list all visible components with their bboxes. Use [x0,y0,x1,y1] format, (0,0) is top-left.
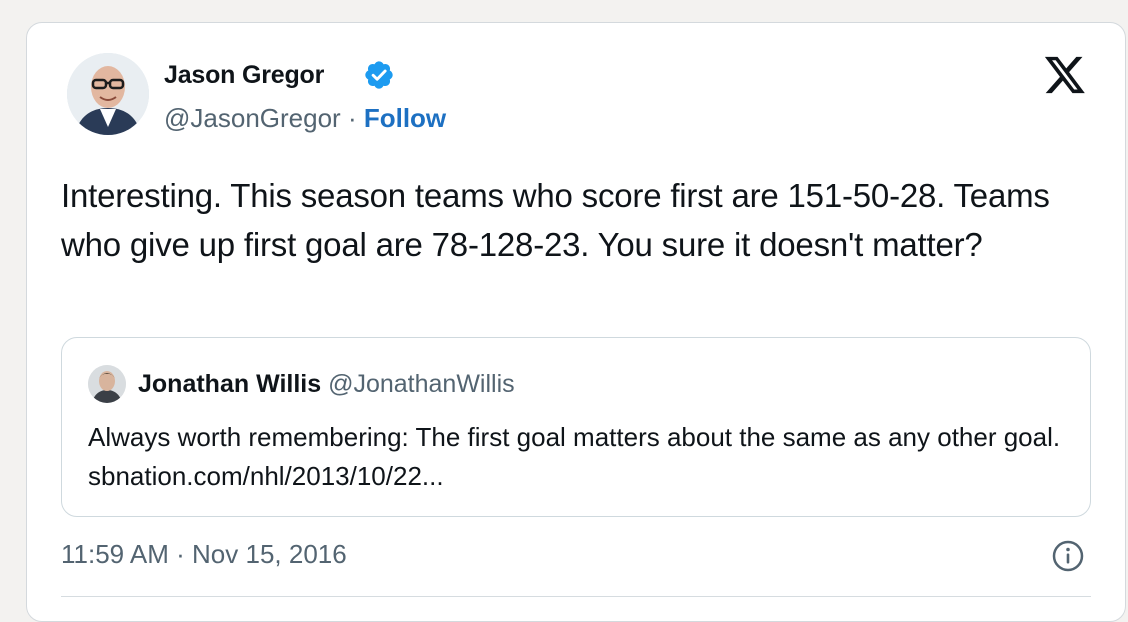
follow-button[interactable]: Follow [364,103,446,133]
divider [61,596,1091,597]
handle-separator: · [347,103,357,133]
author-handle[interactable]: @JasonGregor [164,103,341,133]
tweet-card: Jason Gregor @JasonGregor · Follow Inter… [26,22,1126,622]
quoted-author-avatar [88,365,126,403]
tweet-text: Interesting. This season teams who score… [61,177,1050,263]
author-avatar[interactable] [67,53,149,135]
quoted-author-handle: @JonathanWillis [328,370,515,398]
tweet-timestamp[interactable]: 11:59 AM · Nov 15, 2016 [61,539,347,570]
quoted-header: Jonathan Willis @JonathanWillis [138,370,515,399]
quoted-tweet-text: Always worth remembering: The first goal… [88,422,1061,491]
verified-badge-icon [363,59,395,91]
author-handle-row: @JasonGregor · Follow [164,103,446,134]
x-logo-icon[interactable] [1043,55,1087,95]
info-icon[interactable] [1051,539,1085,573]
quoted-author-name: Jonathan Willis [138,370,322,398]
author-name[interactable]: Jason Gregor [164,61,324,90]
quoted-tweet[interactable]: Jonathan Willis @JonathanWillis Always w… [61,337,1091,517]
